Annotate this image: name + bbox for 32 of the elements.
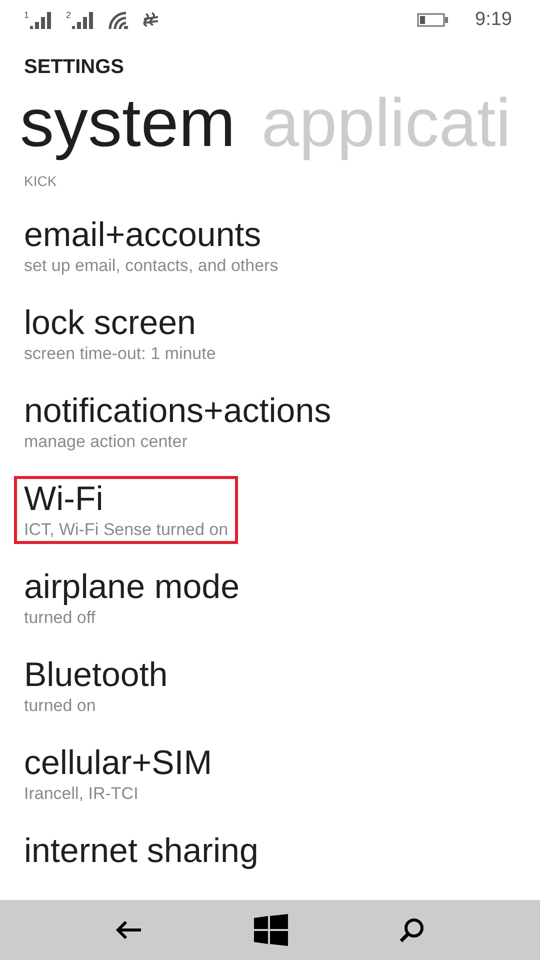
item-subtitle: Irancell, IR-TCI — [24, 783, 140, 805]
item-title: cellular+SIM — [24, 743, 212, 783]
item-title: internet sharing — [24, 831, 258, 871]
item-title: notifications+actions — [24, 391, 332, 431]
item-subtitle: ICT, Wi-Fi Sense turned on — [24, 519, 228, 541]
settings-item[interactable]: notifications+actions manage action center — [14, 388, 342, 456]
battery-icon — [417, 13, 450, 27]
pivot-tab[interactable]: system — [20, 84, 236, 162]
item-title: email+accounts — [24, 215, 262, 255]
clock-time: 9:19 — [475, 8, 512, 32]
wifi-icon — [108, 11, 130, 29]
item-title: Wi-Fi — [24, 479, 104, 519]
item-subtitle: set up email, contacts, and others — [24, 255, 278, 277]
settings-item[interactable]: email+accounts set up email, contacts, and others — [14, 212, 288, 280]
item-title: Bluetooth — [24, 655, 168, 695]
item-title: airplane mode — [24, 567, 240, 607]
item-title: lock screen — [24, 303, 197, 343]
section-label: KICK — [23, 172, 58, 190]
settings-item[interactable]: Wi-Fi ICT, Wi-Fi Sense turned on — [14, 476, 238, 544]
sim-number: 2 — [66, 11, 72, 20]
item-subtitle: manage action center — [24, 431, 188, 453]
settings-item[interactable]: airplane mode turned off — [14, 564, 250, 632]
sim-number: 1 — [24, 11, 30, 20]
item-subtitle: turned on — [24, 695, 97, 717]
item-subtitle: screen time-out: 1 minute — [24, 343, 216, 365]
page-title: SETTINGS — [23, 55, 126, 80]
item-subtitle: turned off — [24, 607, 97, 629]
settings-item[interactable]: cellular+SIM Irancell, IR-TCI — [14, 740, 222, 808]
settings-item[interactable]: lock screen screen time-out: 1 minute — [14, 300, 226, 368]
data-sense-icon — [142, 11, 160, 29]
settings-item[interactable]: internet sharing — [14, 828, 268, 874]
settings-item[interactable]: Bluetooth turned on — [14, 652, 178, 720]
